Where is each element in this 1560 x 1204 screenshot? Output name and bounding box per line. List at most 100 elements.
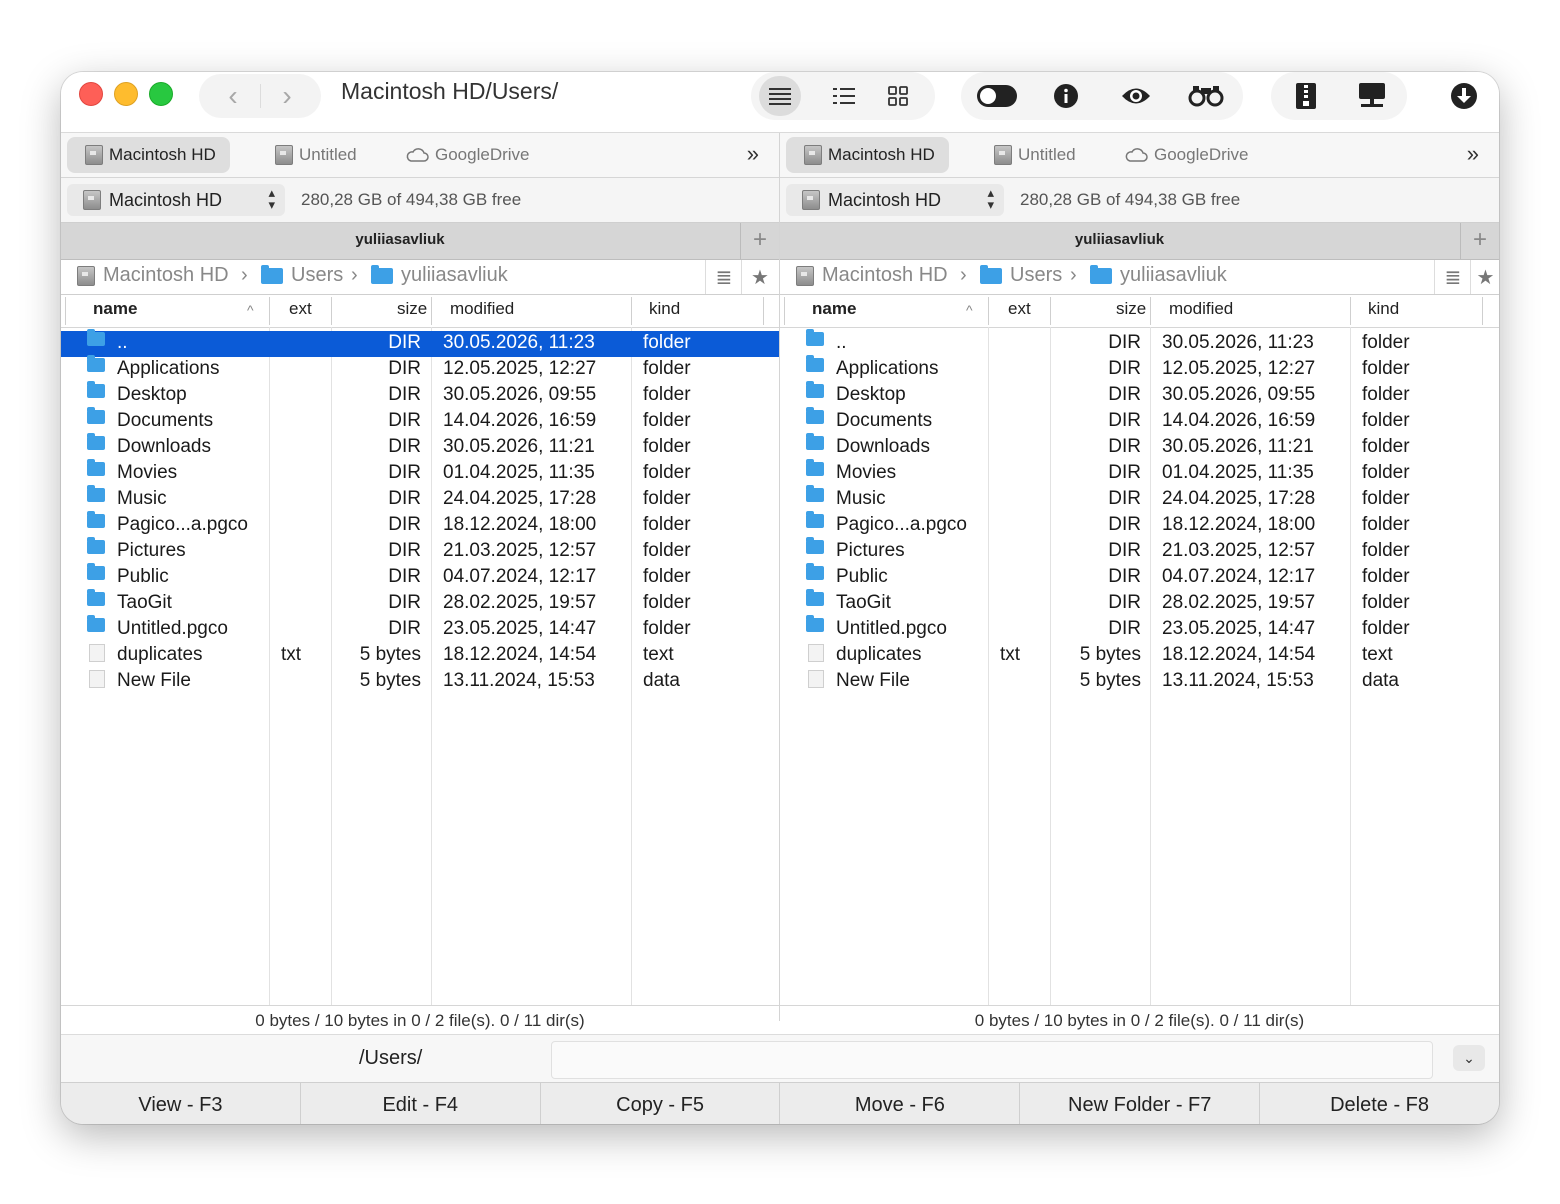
file-row[interactable]: Pagico...a.pgco DIR 18.12.2024, 18:00 folde… bbox=[61, 511, 779, 539]
download-icon[interactable] bbox=[1443, 76, 1485, 116]
move-f6-button[interactable]: Move - F6 bbox=[780, 1083, 1021, 1124]
file-kind: folder bbox=[643, 566, 691, 587]
volume-select[interactable]: Macintosh HD ▴ ▾ bbox=[786, 184, 1004, 216]
file-row[interactable]: Pictures DIR 21.03.2025, 12:57 folder bbox=[61, 537, 779, 565]
file-row[interactable]: Public DIR 04.07.2024, 12:17 folder bbox=[61, 563, 779, 591]
folder-icon bbox=[806, 433, 824, 450]
new-tab-button[interactable]: + bbox=[740, 223, 779, 259]
archive-icon[interactable] bbox=[1285, 76, 1327, 116]
file-row[interactable]: New File 5 bytes 13.11.2024, 15:53 data bbox=[780, 669, 1499, 695]
tab-macintosh-hd[interactable]: Macintosh HD bbox=[786, 137, 949, 173]
new-tab-button[interactable]: + bbox=[1460, 223, 1499, 259]
column-divider bbox=[1350, 297, 1351, 325]
toggle-hidden-icon[interactable] bbox=[975, 76, 1019, 116]
detail-view-icon[interactable] bbox=[823, 76, 865, 116]
file-row[interactable]: Desktop DIR 30.05.2026, 09:55 folder bbox=[780, 381, 1499, 409]
minimize-button[interactable] bbox=[114, 82, 138, 106]
file-row[interactable]: Pagico...a.pgco DIR 18.12.2024, 18:00 folde… bbox=[780, 511, 1499, 539]
file-kind: folder bbox=[1362, 410, 1410, 431]
copy-f5-button[interactable]: Copy - F5 bbox=[541, 1083, 781, 1124]
file-kind: folder bbox=[1362, 462, 1410, 483]
favorite-star-icon[interactable]: ★ bbox=[1470, 260, 1499, 294]
breadcrumb-item[interactable]: Users bbox=[980, 264, 1062, 287]
tabs-overflow-button[interactable]: » bbox=[747, 141, 759, 167]
file-row[interactable]: duplicates txt 5 bytes 18.12.2024, 14:54 tex… bbox=[61, 643, 779, 669]
file-row[interactable]: Documents DIR 14.04.2026, 16:59 folder bbox=[780, 407, 1499, 435]
file-row[interactable]: .. DIR 30.05.2026, 11:23 folder bbox=[61, 329, 779, 357]
column-kind[interactable]: kind bbox=[649, 299, 680, 319]
column-modified[interactable]: modified bbox=[1169, 299, 1233, 319]
breadcrumb-item[interactable]: yuliiasavliuk bbox=[1090, 264, 1227, 287]
tabs-overflow-button[interactable]: » bbox=[1467, 141, 1479, 167]
file-row[interactable]: Pictures DIR 21.03.2025, 12:57 folder bbox=[780, 537, 1499, 565]
tab-googledrive[interactable]: GoogleDrive bbox=[1106, 137, 1263, 173]
edit-f4-button[interactable]: Edit - F4 bbox=[301, 1083, 541, 1124]
forward-button[interactable]: › bbox=[259, 74, 315, 118]
file-row[interactable]: Movies DIR 01.04.2025, 11:35 folder bbox=[780, 459, 1499, 487]
tab-googledrive[interactable]: GoogleDrive bbox=[387, 137, 544, 173]
file-row[interactable]: Applications DIR 12.05.2025, 12:27 folder bbox=[61, 355, 779, 383]
find-binoculars-icon[interactable] bbox=[1183, 76, 1229, 116]
new-folder-f7-button[interactable]: New Folder - F7 bbox=[1020, 1083, 1261, 1124]
path-list-icon[interactable]: ≣ bbox=[705, 260, 742, 294]
breadcrumb-item[interactable]: Macintosh HD bbox=[77, 264, 229, 287]
close-button[interactable] bbox=[79, 82, 103, 106]
file-row[interactable]: Movies DIR 01.04.2025, 11:35 folder bbox=[61, 459, 779, 487]
file-row[interactable]: New File 5 bytes 13.11.2024, 15:53 data bbox=[61, 669, 779, 695]
file-row[interactable]: Documents DIR 14.04.2026, 16:59 folder bbox=[61, 407, 779, 435]
column-modified[interactable]: modified bbox=[450, 299, 514, 319]
tab-untitled[interactable]: Untitled bbox=[257, 137, 371, 173]
column-ext[interactable]: ext bbox=[1008, 299, 1031, 319]
info-icon[interactable] bbox=[1045, 76, 1087, 116]
column-kind[interactable]: kind bbox=[1368, 299, 1399, 319]
free-space-text: 280,28 GB of 494,38 GB free bbox=[1020, 190, 1241, 209]
file-kind: folder bbox=[1362, 384, 1410, 405]
file-kind: data bbox=[1362, 670, 1399, 691]
file-row[interactable]: Music DIR 24.04.2025, 17:28 folder bbox=[780, 485, 1499, 513]
delete-f8-button[interactable]: Delete - F8 bbox=[1260, 1083, 1499, 1124]
column-ext[interactable]: ext bbox=[289, 299, 312, 319]
file-modified: 24.04.2025, 17:28 bbox=[1162, 488, 1316, 509]
command-input[interactable] bbox=[551, 1041, 1433, 1079]
path-list-icon[interactable]: ≣ bbox=[1434, 260, 1471, 294]
file-row[interactable]: Untitled.pgco DIR 23.05.2025, 14:47 folder bbox=[780, 615, 1499, 643]
file-row[interactable]: duplicates txt 5 bytes 18.12.2024, 14:54 tex… bbox=[780, 643, 1499, 669]
status-bar: 0 bytes / 10 bytes in 0 / 2 file(s). 0 /… bbox=[780, 1005, 1499, 1036]
file-row[interactable]: Public DIR 04.07.2024, 12:17 folder bbox=[780, 563, 1499, 591]
file-row[interactable]: Downloads DIR 30.05.2026, 11:21 folder bbox=[61, 433, 779, 461]
breadcrumb-item[interactable]: yuliiasavliuk bbox=[371, 264, 508, 287]
file-row[interactable]: Untitled.pgco DIR 23.05.2025, 14:47 folder bbox=[61, 615, 779, 643]
file-row[interactable]: Music DIR 24.04.2025, 17:28 folder bbox=[61, 485, 779, 513]
file-row[interactable]: .. DIR 30.05.2026, 11:23 folder bbox=[780, 329, 1499, 357]
tab-macintosh-hd[interactable]: Macintosh HD bbox=[67, 137, 230, 173]
column-name[interactable]: name bbox=[93, 299, 137, 319]
network-icon[interactable] bbox=[1351, 76, 1393, 116]
file-row[interactable]: TaoGit DIR 28.02.2025, 19:57 folder bbox=[61, 589, 779, 617]
column-divider bbox=[65, 297, 66, 325]
file-size: DIR bbox=[1108, 462, 1141, 483]
tab-untitled[interactable]: Untitled bbox=[976, 137, 1090, 173]
column-size[interactable]: size bbox=[397, 299, 427, 319]
breadcrumb-item[interactable]: Users bbox=[261, 264, 343, 287]
grid-view-icon[interactable] bbox=[877, 76, 919, 116]
file-row[interactable]: TaoGit DIR 28.02.2025, 19:57 folder bbox=[780, 589, 1499, 617]
file-row[interactable]: Desktop DIR 30.05.2026, 09:55 folder bbox=[61, 381, 779, 409]
favorite-star-icon[interactable]: ★ bbox=[741, 260, 778, 294]
back-button[interactable]: ‹ bbox=[205, 74, 261, 118]
cloud-icon bbox=[406, 148, 429, 162]
breadcrumb-item[interactable]: Macintosh HD bbox=[796, 264, 948, 287]
quick-look-icon[interactable] bbox=[1115, 76, 1157, 116]
disk-icon bbox=[77, 265, 95, 286]
file-name: Pictures bbox=[117, 540, 186, 561]
volume-select[interactable]: Macintosh HD ▴ ▾ bbox=[67, 184, 285, 216]
file-row[interactable]: Downloads DIR 30.05.2026, 11:21 folder bbox=[780, 433, 1499, 461]
view-f3-button[interactable]: View - F3 bbox=[61, 1083, 301, 1124]
list-view-icon[interactable] bbox=[759, 76, 801, 116]
file-row[interactable]: Applications DIR 12.05.2025, 12:27 folder bbox=[780, 355, 1499, 383]
chevron-down-icon[interactable]: ⌄ bbox=[1453, 1045, 1485, 1071]
column-name[interactable]: name bbox=[812, 299, 856, 319]
column-size[interactable]: size bbox=[1116, 299, 1146, 319]
zoom-button[interactable] bbox=[149, 82, 173, 106]
file-name: Documents bbox=[836, 410, 933, 431]
file-name: Downloads bbox=[836, 436, 930, 457]
